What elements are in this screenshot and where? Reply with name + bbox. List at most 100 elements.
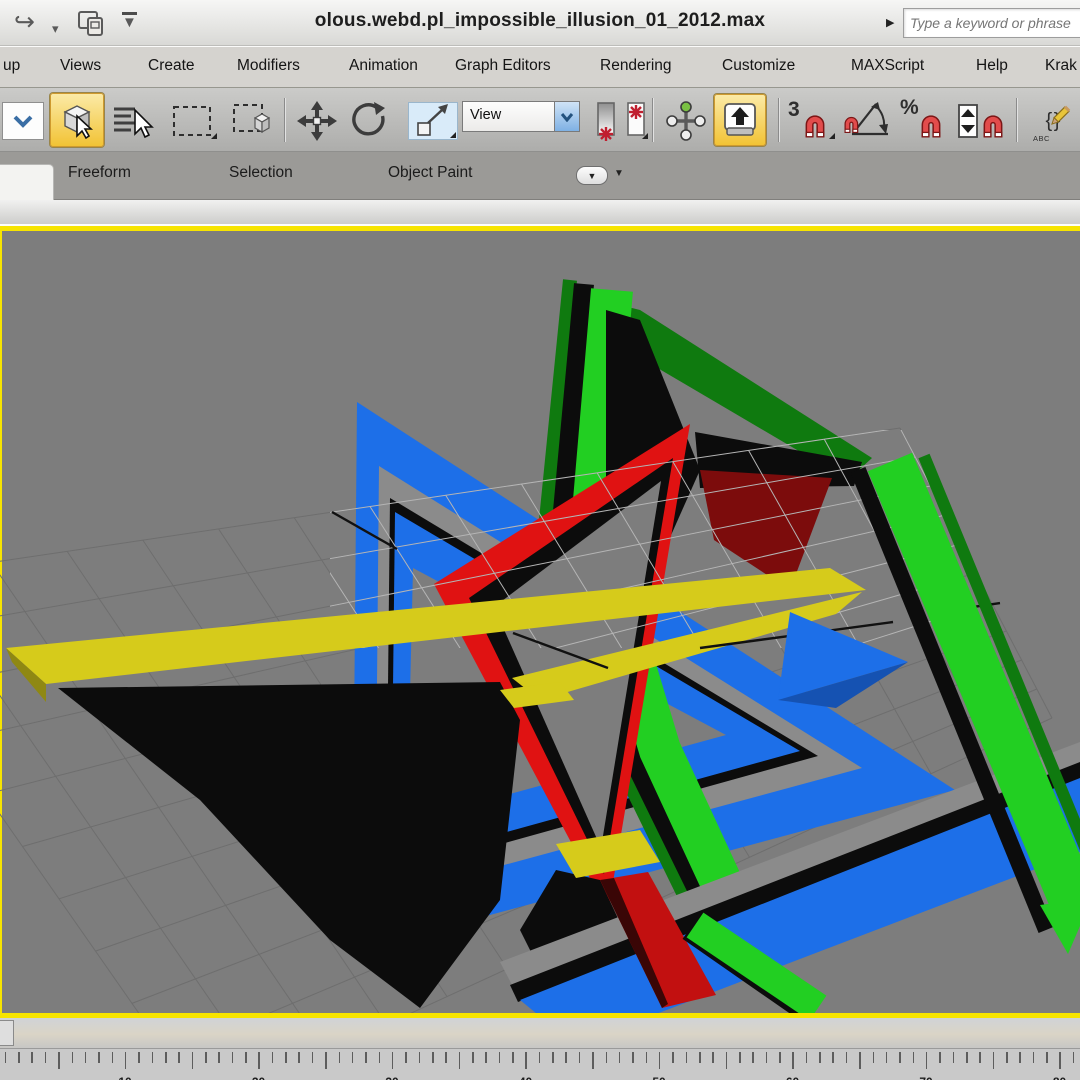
timeline-tick (845, 1052, 848, 1063)
snaps-toggle-button[interactable]: 3 (786, 98, 836, 140)
timeline-tick (84, 1052, 87, 1063)
menu-graph-editors[interactable]: Graph Editors (455, 57, 551, 75)
timeline-tick (1019, 1052, 1021, 1063)
timeline-ruler[interactable]: 10 20 30 40 50 60 70 80 (0, 1048, 1080, 1080)
chevron-down-icon (560, 112, 574, 122)
viewport-canvas[interactable] (0, 231, 1080, 1013)
timeline-tick (285, 1052, 287, 1063)
ribbon-tab-object-paint[interactable]: Object Paint (388, 164, 472, 182)
timeline-tick (725, 1052, 728, 1069)
blue-frame-right-tip[interactable] (778, 612, 908, 708)
timeline-tick (885, 1052, 888, 1063)
timeline-tick (58, 1052, 60, 1069)
timeline-tick (245, 1052, 247, 1063)
timeline-tick (111, 1052, 114, 1063)
title-bar: ↪ ▾ ▼ olous.webd.pl_impossible_illusion_… (0, 0, 1080, 46)
timeline-tick (965, 1052, 968, 1063)
timeline-tick (578, 1052, 581, 1063)
timeline-tick (565, 1052, 568, 1063)
menu-modifiers[interactable]: Modifiers (237, 57, 300, 75)
timeline-tick (365, 1052, 367, 1063)
menu-customize[interactable]: Customize (722, 57, 795, 75)
perspective-viewport[interactable] (0, 231, 1080, 1013)
search-input[interactable] (904, 9, 1080, 37)
select-by-name-button[interactable] (108, 102, 158, 140)
timeline-tick (618, 1052, 621, 1063)
timeline-tick (872, 1052, 875, 1063)
timeline-tick (71, 1052, 74, 1063)
select-and-scale-button[interactable] (408, 102, 458, 140)
timeline-tick (512, 1052, 514, 1063)
menu-animation[interactable]: Animation (349, 57, 418, 75)
ribbon-tab-bar: Freeform Selection Object Paint ▼ ▼ (0, 152, 1080, 200)
timeline-tick (1072, 1052, 1075, 1063)
timeline-tick (498, 1052, 501, 1063)
select-and-rotate-button[interactable] (344, 102, 394, 140)
flyout-corner (211, 133, 217, 139)
timeline-tick (859, 1052, 861, 1069)
timeline-tick (1046, 1052, 1048, 1063)
ribbon-tab-modeling-stub[interactable] (0, 164, 54, 200)
menu-create[interactable]: Create (148, 57, 195, 75)
combo-dropdown-button[interactable] (554, 102, 579, 131)
rotate-icon (352, 102, 385, 136)
frame-number-label: 10 (118, 1075, 131, 1080)
menu-help[interactable]: Help (976, 57, 1008, 75)
spinner-snap-toggle-button[interactable] (956, 102, 1010, 140)
search-go-icon[interactable]: ▶ (886, 16, 894, 29)
timeline-tick (405, 1052, 407, 1063)
time-slider-end-box[interactable] (0, 1020, 14, 1046)
magnet-icon (805, 115, 825, 138)
keyboard-override-icon (724, 103, 756, 136)
ribbon-options-caret-icon[interactable]: ▼ (614, 168, 624, 179)
use-pivot-point-center-button[interactable] (592, 102, 619, 141)
magnet-icon (921, 115, 941, 138)
timeline-tick (912, 1052, 915, 1063)
timeline-tick (298, 1052, 301, 1063)
manipulate-icon (666, 101, 706, 141)
reference-coordinate-system-combo[interactable]: View (462, 101, 580, 132)
edit-named-selection-sets-button[interactable]: { } ABC (1024, 102, 1080, 143)
move-icon (297, 101, 337, 141)
toolbar-separator (778, 98, 780, 142)
frame-number-label: 30 (385, 1075, 398, 1080)
timeline-tick (431, 1052, 434, 1063)
keyboard-shortcut-override-button[interactable] (714, 94, 766, 146)
frame-number-label: 80 (1053, 1075, 1066, 1080)
timeline-tick (151, 1052, 154, 1063)
menu-rendering[interactable]: Rendering (600, 57, 672, 75)
menu-maxscript[interactable]: MAXScript (851, 57, 924, 75)
timeline-tick (338, 1052, 341, 1063)
ribbon-tab-selection[interactable]: Selection (229, 164, 293, 182)
timeline-tick (351, 1052, 354, 1063)
spinner-icon (958, 104, 978, 138)
track-bar[interactable] (0, 1018, 1080, 1048)
timeline-tick (779, 1052, 781, 1063)
percent-snap-toggle-button[interactable]: % (898, 96, 950, 140)
rectangular-selection-region-button[interactable] (166, 102, 218, 140)
select-and-manipulate-button[interactable] (662, 101, 710, 141)
menu-group[interactable]: up (3, 57, 20, 75)
use-selection-center-button[interactable] (622, 102, 649, 140)
undo-dropdown-button[interactable] (2, 102, 44, 140)
timeline-tick (164, 1052, 167, 1063)
window-crossing-toggle-button[interactable] (228, 102, 276, 140)
frame-number-label: 20 (252, 1075, 265, 1080)
timeline-tick (4, 1052, 7, 1063)
timeline-tick (445, 1052, 447, 1063)
toolbar-separator (1016, 98, 1018, 142)
timeline-tick (124, 1052, 127, 1069)
pencil-icon (1051, 105, 1071, 125)
select-and-move-button[interactable] (292, 101, 342, 141)
percent-label: % (900, 96, 919, 119)
ribbon-tab-freeform[interactable]: Freeform (68, 164, 131, 182)
menu-krakatoa[interactable]: Krak (1045, 57, 1077, 75)
timeline-tick (672, 1052, 674, 1063)
menu-views[interactable]: Views (60, 57, 101, 75)
ribbon-minimize-button[interactable]: ▼ (576, 166, 608, 185)
angle-snap-toggle-button[interactable] (840, 102, 892, 140)
select-object-button[interactable] (50, 93, 104, 147)
snap-mode-label: 3 (788, 98, 800, 121)
shadow-mass (58, 682, 520, 1008)
timeline-tick (18, 1052, 20, 1063)
